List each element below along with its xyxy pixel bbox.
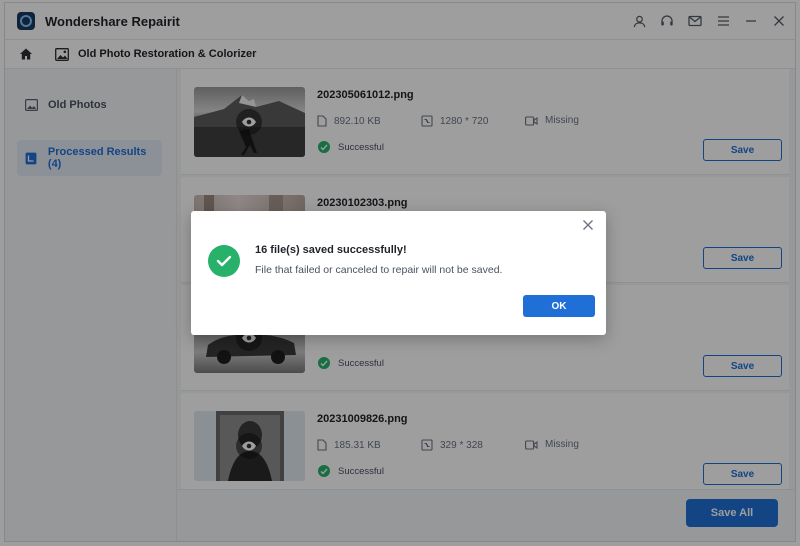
- dialog-title: 16 file(s) saved successfully!: [255, 244, 407, 256]
- ok-button[interactable]: OK: [523, 295, 595, 317]
- save-success-dialog: 16 file(s) saved successfully! File that…: [191, 211, 606, 335]
- success-check-icon: [208, 245, 240, 277]
- dialog-message: File that failed or canceled to repair w…: [255, 264, 503, 276]
- dialog-close-icon[interactable]: [582, 218, 596, 232]
